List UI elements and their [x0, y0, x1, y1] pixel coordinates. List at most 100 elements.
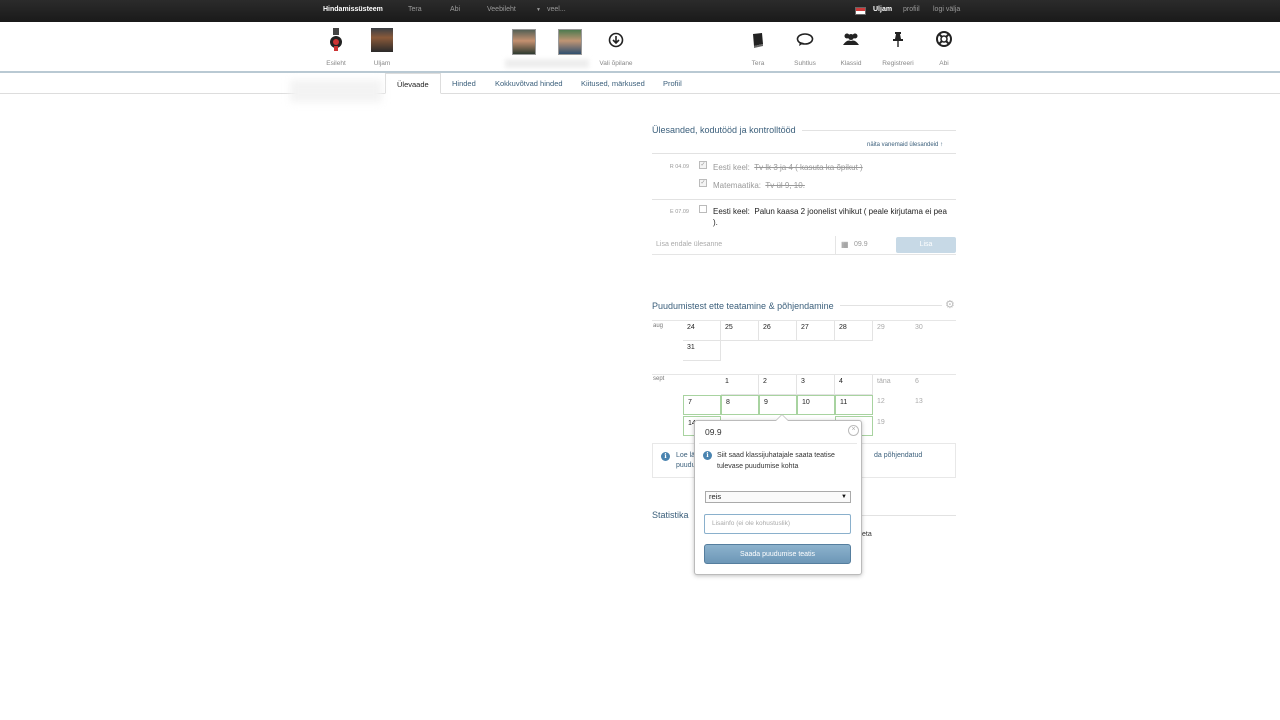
calendar-day: 19	[877, 419, 885, 426]
task-date: E 07.09	[670, 209, 689, 215]
task-date-input[interactable]: ▦ 09.9	[835, 236, 894, 254]
tab-bar: Ülevaade Hinded Kokkuvõtvad hinded Kiitu…	[0, 73, 1280, 94]
flag-icon	[855, 7, 866, 15]
add-task-input[interactable]: Lisa endale ülesanne	[656, 241, 722, 248]
reason-select-value: reis	[709, 492, 722, 501]
info-icon: i	[703, 451, 712, 460]
popup-info-text: Siit saad klassijuhatajale saata teatise…	[717, 452, 835, 470]
lifebuoy-icon	[919, 28, 969, 52]
dropdown-arrow-icon: ▼	[841, 494, 847, 500]
calendar-day[interactable]: 11	[835, 395, 873, 415]
send-absence-button[interactable]: Saada puudumise teatis	[704, 544, 851, 564]
nav-veebileht[interactable]: Veebileht	[487, 6, 516, 13]
calendar-day[interactable]: 8	[721, 395, 759, 415]
calendar-day[interactable]: 31	[683, 341, 721, 361]
avatar[interactable]	[512, 29, 536, 55]
calendar-day: 30	[915, 324, 923, 331]
absence-popup: 09.9 × i Siit saad klassijuhatajale saat…	[694, 414, 862, 575]
calendar-day[interactable]: 9	[759, 395, 797, 415]
task-item-cont: ).	[713, 218, 718, 227]
task-checkbox[interactable]: ✓	[699, 179, 707, 187]
abi-label: Abi	[939, 60, 949, 67]
tasks-title: Ülesanded, kodutööd ja kontrolltööd	[652, 125, 802, 135]
chat-icon	[780, 28, 830, 52]
popup-arrow	[776, 415, 788, 421]
divider	[652, 153, 956, 154]
nav-tera[interactable]: Tera	[408, 6, 422, 13]
avatar	[371, 28, 393, 52]
abi-nav[interactable]: Abi	[919, 28, 969, 67]
tab-profile[interactable]: Profiil	[663, 79, 682, 88]
profile-link[interactable]: profiil	[903, 6, 920, 13]
task-item: Matemaatika: Tv ül 9, 10.	[713, 181, 805, 190]
divider	[699, 443, 857, 444]
calendar-day[interactable]: 25	[721, 321, 759, 341]
user-name[interactable]: Uljam	[873, 6, 892, 13]
top-bar: Hindamissüsteem Tera Abi Veebileht ▼ vee…	[0, 0, 1280, 22]
group-icon	[826, 28, 876, 52]
logout-link[interactable]: logi välja	[933, 6, 960, 13]
popup-date: 09.9	[705, 427, 722, 437]
calendar-day[interactable]: 2	[759, 375, 797, 395]
task-date: R 04.09	[669, 164, 689, 170]
home-label: Esileht	[326, 60, 346, 67]
registreeri-nav[interactable]: Registreeri	[873, 28, 923, 67]
info-icon: i	[661, 452, 670, 461]
calendar-day[interactable]: 26	[759, 321, 797, 341]
add-task-button[interactable]: Lisa	[896, 237, 956, 253]
book-icon	[733, 28, 783, 52]
home-nav[interactable]: Esileht	[311, 28, 361, 67]
calendar-day[interactable]: 10	[797, 395, 835, 415]
calendar-day[interactable]: 1	[721, 375, 759, 395]
download-icon	[591, 28, 641, 52]
tab-overview[interactable]: Ülevaade	[385, 73, 441, 94]
info-text: da põhjendatud	[874, 452, 923, 459]
calendar-day: 6	[915, 378, 919, 385]
registreeri-label: Registreeri	[882, 60, 914, 67]
student-label: Uljam	[373, 60, 391, 67]
tab-praises-remarks[interactable]: Kiitused, märkused	[581, 79, 645, 88]
calendar-day[interactable]: 3	[797, 375, 835, 395]
tera-label: Tera	[751, 60, 765, 67]
calendar-day[interactable]: 4	[835, 375, 873, 395]
nav-abi[interactable]: Abi	[450, 6, 460, 13]
stats-title: Statistika	[652, 510, 695, 520]
tab-grades[interactable]: Hinded	[452, 79, 476, 88]
calendar-day[interactable]: 27	[797, 321, 835, 341]
close-icon[interactable]: ×	[848, 425, 859, 436]
blurred-names	[505, 59, 589, 68]
absence-title: Puudumistest ette teatamine & põhjendami…	[652, 301, 840, 311]
choose-student-nav[interactable]: Vali õpilane	[591, 28, 641, 67]
task-checkbox[interactable]	[699, 205, 707, 213]
month-label: aug	[653, 323, 664, 329]
caret-down-icon[interactable]: ▼	[536, 7, 541, 13]
reason-select[interactable]: reis ▼	[705, 491, 851, 503]
calendar-day[interactable]: 7	[683, 395, 721, 415]
suhtlus-label: Suhtlus	[794, 60, 816, 67]
blurred-area	[290, 80, 382, 102]
info-text: puudu	[676, 462, 696, 469]
calendar-today: täna	[877, 378, 891, 385]
tera-nav[interactable]: Tera	[733, 28, 783, 67]
pin-icon	[873, 28, 923, 52]
divider	[652, 199, 956, 200]
calendar-day: 13	[915, 398, 923, 405]
calendar-day: 29	[877, 324, 885, 331]
klassid-nav[interactable]: Klassid	[826, 28, 876, 67]
task-checkbox[interactable]: ✓	[699, 161, 707, 169]
calendar-day[interactable]: 28	[835, 321, 873, 341]
extra-info-input[interactable]: Lisainfo (ei ole kohustuslik)	[704, 514, 851, 534]
student-nav[interactable]: Uljam	[357, 28, 407, 67]
calendar-icon: ▦	[841, 240, 849, 249]
nav-more[interactable]: veel...	[547, 6, 566, 13]
task-date-value: 09.9	[854, 241, 868, 248]
suhtlus-nav[interactable]: Suhtlus	[780, 28, 830, 67]
info-text: Loe lä	[676, 452, 696, 459]
avatar[interactable]	[558, 29, 582, 55]
gear-icon[interactable]: ⚙	[945, 298, 955, 311]
tab-summary-grades[interactable]: Kokkuvõtvad hinded	[495, 79, 563, 88]
calendar-day[interactable]: 24	[683, 321, 721, 341]
klassid-label: Klassid	[840, 60, 862, 67]
older-tasks-link[interactable]: näita vanemaid ülesandeid ↑	[867, 142, 943, 148]
brand-link[interactable]: Hindamissüsteem	[323, 6, 383, 13]
